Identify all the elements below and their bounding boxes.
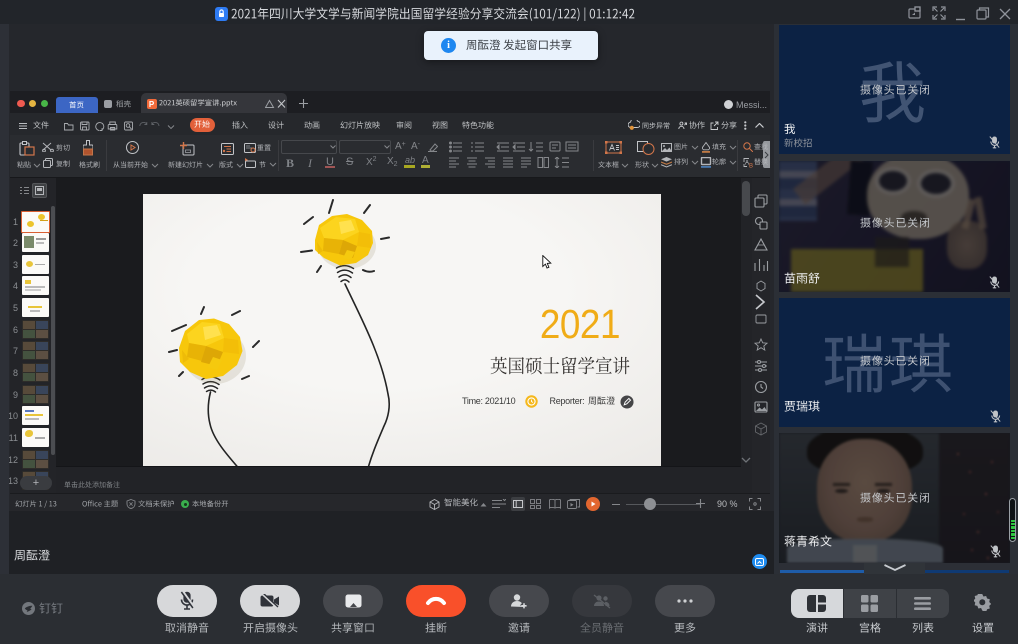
svg-text:B: B [749, 163, 753, 168]
